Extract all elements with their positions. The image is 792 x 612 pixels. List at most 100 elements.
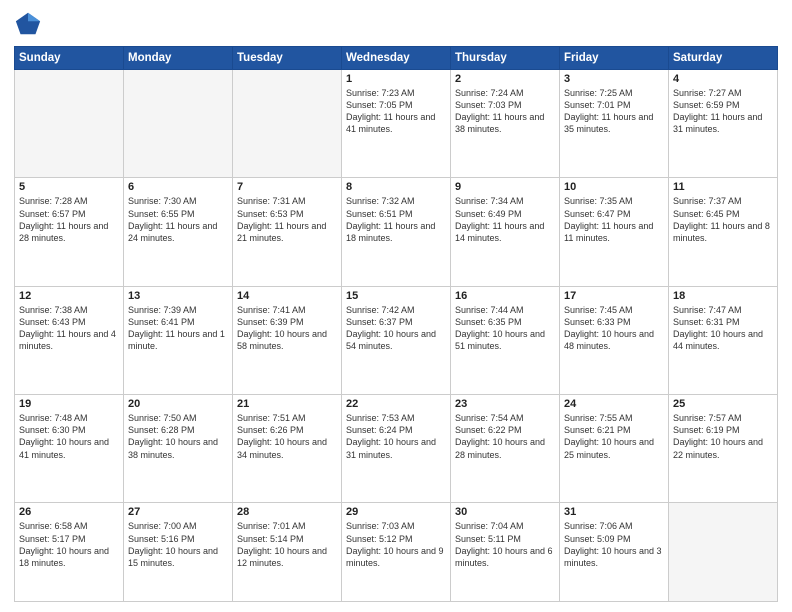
calendar-cell: 29 Sunrise: 7:03 AMSunset: 5:12 PMDayligh…: [342, 503, 451, 602]
weekday-header-tuesday: Tuesday: [233, 47, 342, 70]
day-details: Sunrise: 7:48 AMSunset: 6:30 PMDaylight:…: [19, 412, 119, 461]
day-details: Sunrise: 6:58 AMSunset: 5:17 PMDaylight:…: [19, 520, 119, 569]
day-details: Sunrise: 7:42 AMSunset: 6:37 PMDaylight:…: [346, 304, 446, 353]
calendar-cell: 4 Sunrise: 7:27 AMSunset: 6:59 PMDaylight…: [669, 70, 778, 178]
day-number: 7: [237, 181, 337, 193]
day-details: Sunrise: 7:53 AMSunset: 6:24 PMDaylight:…: [346, 412, 446, 461]
day-details: Sunrise: 7:35 AMSunset: 6:47 PMDaylight:…: [564, 195, 664, 244]
weekday-header-thursday: Thursday: [451, 47, 560, 70]
calendar-cell: 11 Sunrise: 7:37 AMSunset: 6:45 PMDayligh…: [669, 178, 778, 286]
day-number: 11: [673, 181, 773, 193]
calendar-cell: 19Sunrise: 7:48 AMSunset: 6:30 PMDayligh…: [15, 395, 124, 503]
day-number: 13: [128, 290, 228, 302]
day-details: Sunrise: 7:30 AMSunset: 6:55 PMDaylight:…: [128, 195, 228, 244]
logo-icon: [14, 10, 42, 38]
day-number: 31: [564, 506, 664, 518]
day-details: Sunrise: 7:01 AMSunset: 5:14 PMDaylight:…: [237, 520, 337, 569]
day-details: Sunrise: 7:51 AMSunset: 6:26 PMDaylight:…: [237, 412, 337, 461]
header: [14, 10, 778, 38]
weekday-header-friday: Friday: [560, 47, 669, 70]
day-number: 4: [673, 73, 773, 85]
calendar-cell: [15, 70, 124, 178]
calendar-cell: 1Sunrise: 7:23 AMSunset: 7:05 PMDaylight…: [342, 70, 451, 178]
weekday-header-wednesday: Wednesday: [342, 47, 451, 70]
calendar-cell: [233, 70, 342, 178]
day-details: Sunrise: 7:34 AMSunset: 6:49 PMDaylight:…: [455, 195, 555, 244]
day-number: 6: [128, 181, 228, 193]
calendar-cell: 27 Sunrise: 7:00 AMSunset: 5:16 PMDayligh…: [124, 503, 233, 602]
day-number: 28: [237, 506, 337, 518]
calendar-cell: 26Sunrise: 6:58 AMSunset: 5:17 PMDayligh…: [15, 503, 124, 602]
calendar-cell: 2Sunrise: 7:24 AMSunset: 7:03 PMDaylight…: [451, 70, 560, 178]
day-details: Sunrise: 7:44 AMSunset: 6:35 PMDaylight:…: [455, 304, 555, 353]
calendar-cell: 3 Sunrise: 7:25 AMSunset: 7:01 PMDaylight…: [560, 70, 669, 178]
calendar-cell: 7 Sunrise: 7:31 AMSunset: 6:53 PMDaylight…: [233, 178, 342, 286]
calendar-week-0: 1Sunrise: 7:23 AMSunset: 7:05 PMDaylight…: [15, 70, 778, 178]
day-details: Sunrise: 7:31 AMSunset: 6:53 PMDaylight:…: [237, 195, 337, 244]
day-number: 27: [128, 506, 228, 518]
day-number: 9: [455, 181, 555, 193]
day-details: Sunrise: 7:23 AMSunset: 7:05 PMDaylight:…: [346, 87, 446, 136]
day-number: 14: [237, 290, 337, 302]
calendar-cell: 12 Sunrise: 7:38 AMSunset: 6:43 PMDayligh…: [15, 286, 124, 394]
calendar-cell: 28 Sunrise: 7:01 AMSunset: 5:14 PMDayligh…: [233, 503, 342, 602]
page: SundayMondayTuesdayWednesdayThursdayFrid…: [0, 0, 792, 612]
day-number: 29: [346, 506, 446, 518]
calendar-cell: 23Sunrise: 7:54 AMSunset: 6:22 PMDayligh…: [451, 395, 560, 503]
calendar-cell: 22 Sunrise: 7:53 AMSunset: 6:24 PMDayligh…: [342, 395, 451, 503]
calendar-cell: 30 Sunrise: 7:04 AMSunset: 5:11 PMDayligh…: [451, 503, 560, 602]
calendar-cell: 17 Sunrise: 7:45 AMSunset: 6:33 PMDayligh…: [560, 286, 669, 394]
calendar-cell: 20 Sunrise: 7:50 AMSunset: 6:28 PMDayligh…: [124, 395, 233, 503]
calendar-cell: 14Sunrise: 7:41 AMSunset: 6:39 PMDayligh…: [233, 286, 342, 394]
calendar-cell: 21Sunrise: 7:51 AMSunset: 6:26 PMDayligh…: [233, 395, 342, 503]
day-details: Sunrise: 7:03 AMSunset: 5:12 PMDaylight:…: [346, 520, 446, 569]
day-number: 20: [128, 398, 228, 410]
day-number: 16: [455, 290, 555, 302]
weekday-header-monday: Monday: [124, 47, 233, 70]
day-number: 12: [19, 290, 119, 302]
day-details: Sunrise: 7:50 AMSunset: 6:28 PMDaylight:…: [128, 412, 228, 461]
weekday-header-row: SundayMondayTuesdayWednesdayThursdayFrid…: [15, 47, 778, 70]
day-details: Sunrise: 7:04 AMSunset: 5:11 PMDaylight:…: [455, 520, 555, 569]
day-number: 24: [564, 398, 664, 410]
day-number: 8: [346, 181, 446, 193]
calendar-cell: 31 Sunrise: 7:06 AMSunset: 5:09 PMDayligh…: [560, 503, 669, 602]
day-details: Sunrise: 7:47 AMSunset: 6:31 PMDaylight:…: [673, 304, 773, 353]
calendar-cell: 6 Sunrise: 7:30 AMSunset: 6:55 PMDaylight…: [124, 178, 233, 286]
day-number: 15: [346, 290, 446, 302]
day-details: Sunrise: 7:28 AMSunset: 6:57 PMDaylight:…: [19, 195, 119, 244]
day-number: 25: [673, 398, 773, 410]
logo: [14, 10, 46, 38]
day-details: Sunrise: 7:45 AMSunset: 6:33 PMDaylight:…: [564, 304, 664, 353]
day-details: Sunrise: 7:27 AMSunset: 6:59 PMDaylight:…: [673, 87, 773, 136]
day-details: Sunrise: 7:38 AMSunset: 6:43 PMDaylight:…: [19, 304, 119, 353]
day-number: 30: [455, 506, 555, 518]
day-number: 17: [564, 290, 664, 302]
calendar-week-3: 19Sunrise: 7:48 AMSunset: 6:30 PMDayligh…: [15, 395, 778, 503]
calendar-week-2: 12 Sunrise: 7:38 AMSunset: 6:43 PMDayligh…: [15, 286, 778, 394]
day-number: 3: [564, 73, 664, 85]
weekday-header-sunday: Sunday: [15, 47, 124, 70]
calendar-table: SundayMondayTuesdayWednesdayThursdayFrid…: [14, 46, 778, 602]
calendar-cell: 24Sunrise: 7:55 AMSunset: 6:21 PMDayligh…: [560, 395, 669, 503]
day-details: Sunrise: 7:25 AMSunset: 7:01 PMDaylight:…: [564, 87, 664, 136]
day-number: 10: [564, 181, 664, 193]
calendar-cell: 8 Sunrise: 7:32 AMSunset: 6:51 PMDaylight…: [342, 178, 451, 286]
day-details: Sunrise: 7:00 AMSunset: 5:16 PMDaylight:…: [128, 520, 228, 569]
calendar-cell: 15 Sunrise: 7:42 AMSunset: 6:37 PMDayligh…: [342, 286, 451, 394]
calendar-cell: 13 Sunrise: 7:39 AMSunset: 6:41 PMDayligh…: [124, 286, 233, 394]
calendar-cell: [669, 503, 778, 602]
calendar-cell: [124, 70, 233, 178]
day-number: 22: [346, 398, 446, 410]
calendar-cell: 10 Sunrise: 7:35 AMSunset: 6:47 PMDayligh…: [560, 178, 669, 286]
calendar-cell: 25 Sunrise: 7:57 AMSunset: 6:19 PMDayligh…: [669, 395, 778, 503]
day-details: Sunrise: 7:37 AMSunset: 6:45 PMDaylight:…: [673, 195, 773, 244]
weekday-header-saturday: Saturday: [669, 47, 778, 70]
day-details: Sunrise: 7:06 AMSunset: 5:09 PMDaylight:…: [564, 520, 664, 569]
day-details: Sunrise: 7:24 AMSunset: 7:03 PMDaylight:…: [455, 87, 555, 136]
calendar-cell: 16 Sunrise: 7:44 AMSunset: 6:35 PMDayligh…: [451, 286, 560, 394]
day-details: Sunrise: 7:32 AMSunset: 6:51 PMDaylight:…: [346, 195, 446, 244]
calendar-week-4: 26Sunrise: 6:58 AMSunset: 5:17 PMDayligh…: [15, 503, 778, 602]
day-details: Sunrise: 7:39 AMSunset: 6:41 PMDaylight:…: [128, 304, 228, 353]
day-details: Sunrise: 7:57 AMSunset: 6:19 PMDaylight:…: [673, 412, 773, 461]
